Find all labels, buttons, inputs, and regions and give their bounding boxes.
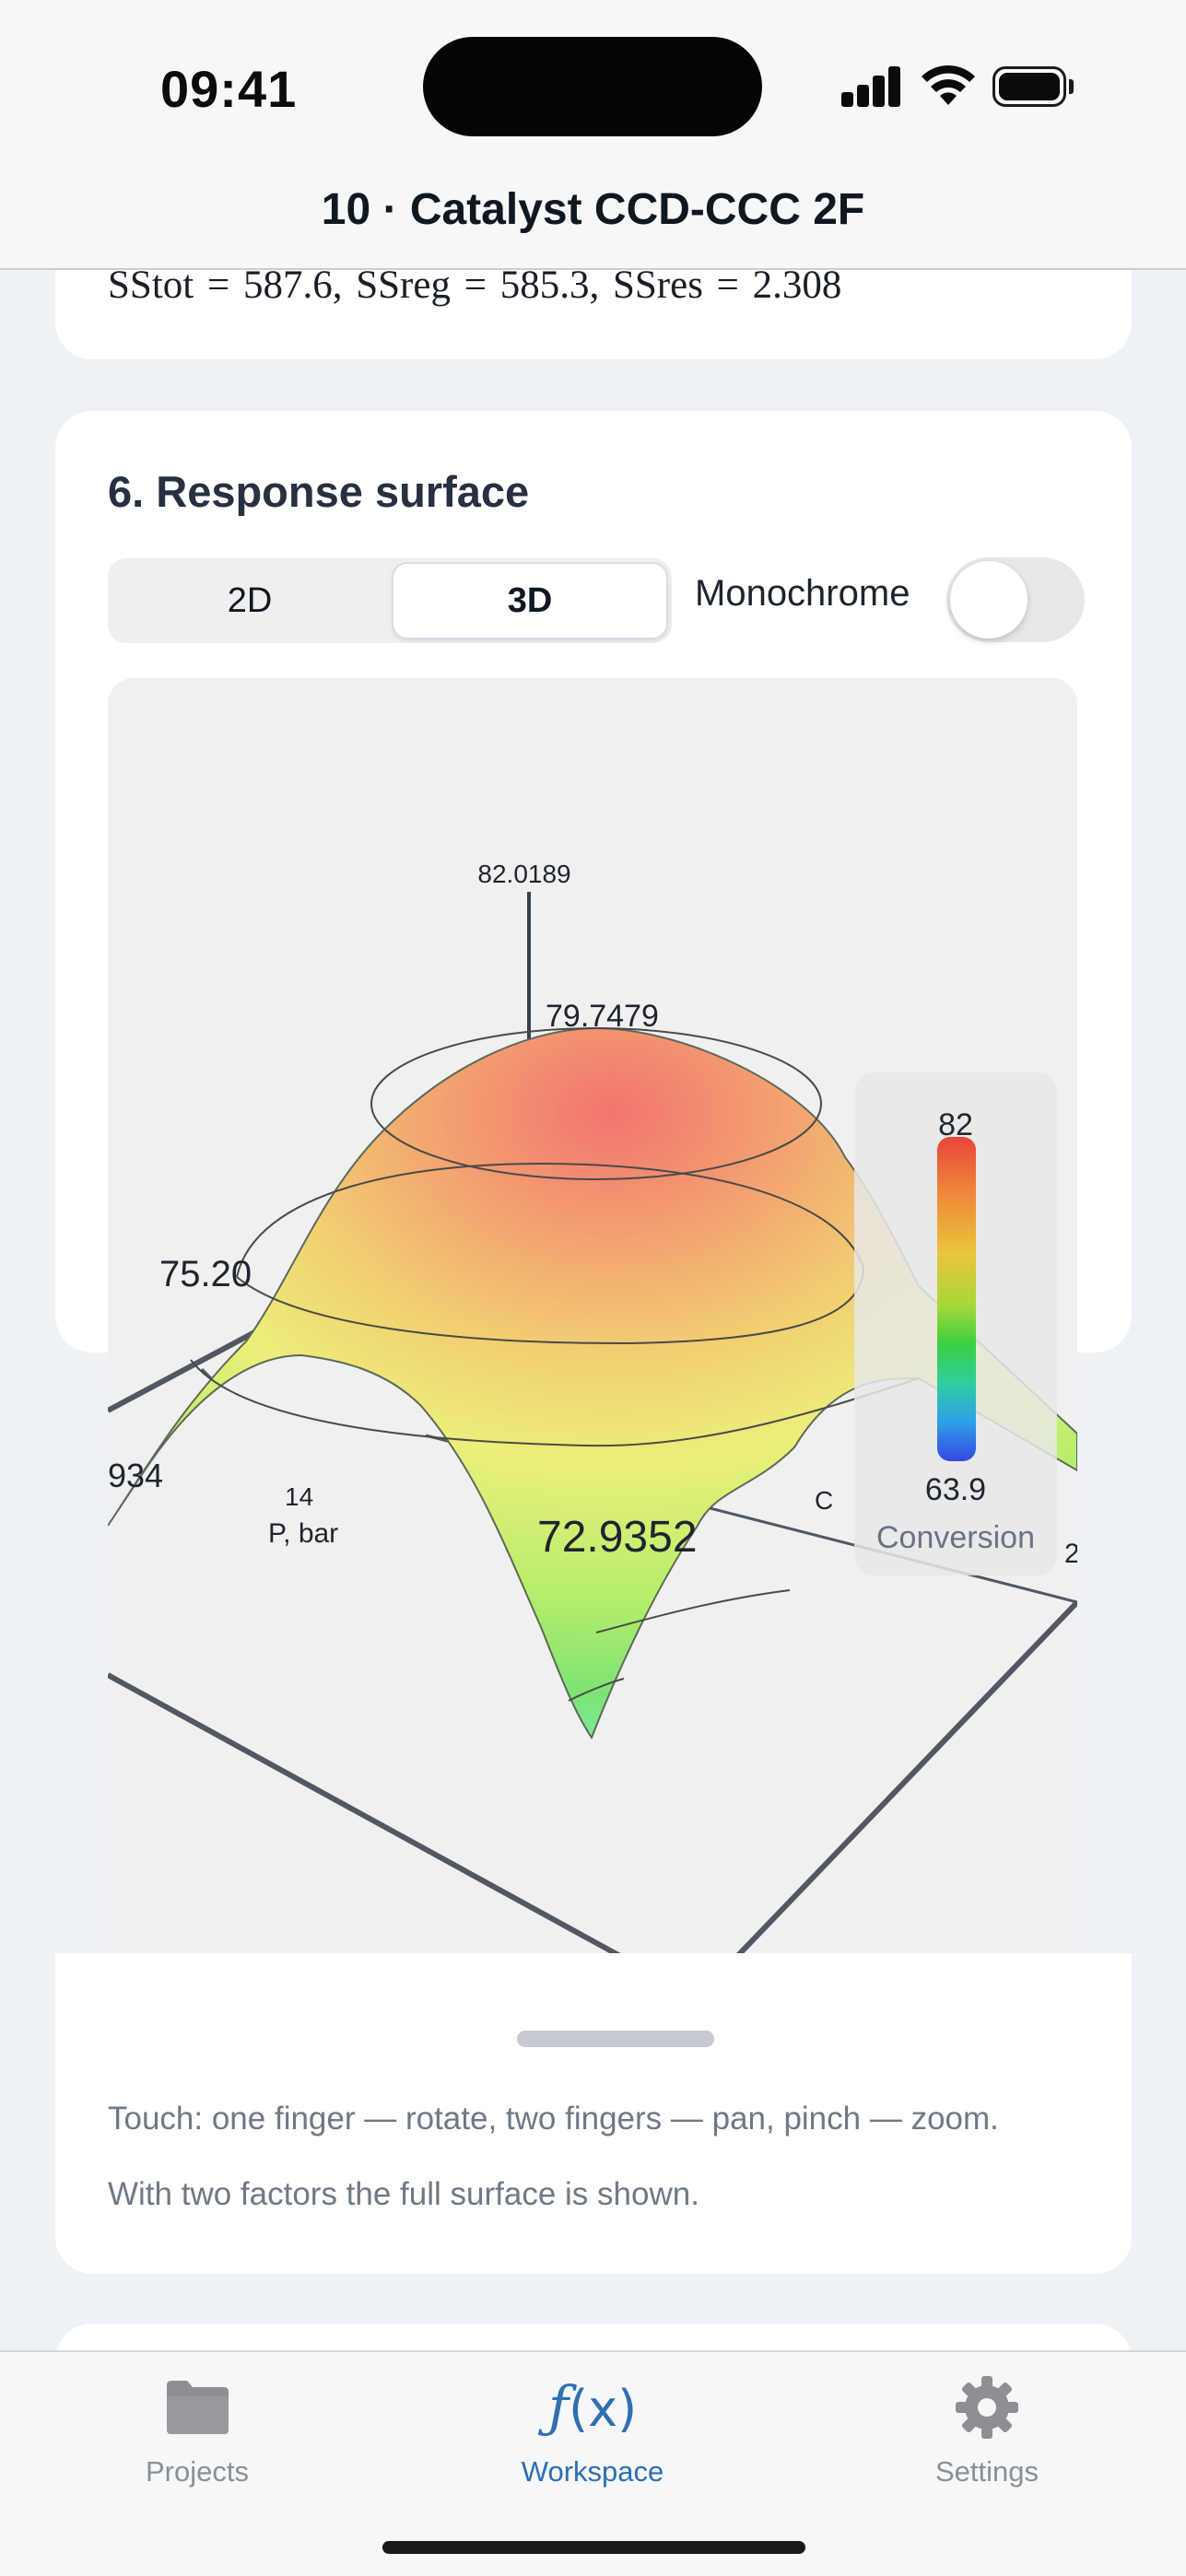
tab-workspace-label: Workspace [521, 2455, 664, 2488]
home-indicator [382, 2541, 805, 2554]
status-bar: 09:41 [0, 0, 1186, 147]
wifi-icon [922, 64, 975, 105]
dynamic-island [423, 37, 762, 136]
z-side-label: 75.20 [159, 1254, 252, 1294]
c-axis-label: C [815, 1486, 833, 1515]
tab-projects-label: Projects [146, 2455, 249, 2488]
z-top-label: 82.0189 [477, 860, 570, 888]
legend-min-value: 63.9 [924, 1472, 987, 1507]
right-edge-label: 2 [1064, 1539, 1077, 1569]
monochrome-label: Monochrome [695, 573, 910, 614]
tab-settings[interactable]: Settings [840, 2371, 1134, 2500]
segment-2d[interactable]: 2D [112, 562, 388, 639]
tab-projects[interactable]: Projects [50, 2371, 345, 2500]
segment-3d[interactable]: 3D [392, 562, 668, 639]
cellular-signal-icon [841, 64, 902, 107]
page-title: 10 · Catalyst CCD-CCC 2F [321, 185, 865, 234]
section-title: 6. Response surface [108, 467, 530, 516]
drag-handle[interactable] [517, 2031, 714, 2047]
view-mode-segmented-control: 2D 3D [108, 558, 672, 643]
two-factor-hint: With two factors the full surface is sho… [108, 2176, 699, 2212]
fx-icon: ƒ(x) [547, 2375, 638, 2440]
center-value-label: 72.9352 [537, 1513, 698, 1562]
p-axis-label: P, bar [268, 1518, 338, 1549]
toggle-knob [950, 561, 1027, 638]
touch-hint: Touch: one finger — rotate, two fingers … [108, 2101, 999, 2137]
status-time: 09:41 [160, 60, 298, 118]
battery-icon [992, 66, 1074, 107]
color-legend: 82 63.9 Conversion [854, 1072, 1057, 1575]
legend-title: Conversion [876, 1520, 1035, 1555]
tab-workspace[interactable]: ƒ(x) Workspace [445, 2371, 740, 2500]
response-surface-card-footer: Touch: one finger — rotate, two fingers … [55, 1953, 1132, 2274]
gear-icon [956, 2376, 1018, 2439]
folder-icon [167, 2381, 229, 2434]
monochrome-toggle[interactable] [946, 557, 1085, 642]
legend-color-bar [937, 1137, 976, 1461]
navigation-bar: 10 · Catalyst CCD-CCC 2F [0, 147, 1186, 270]
tab-settings-label: Settings [934, 2455, 1039, 2488]
x-left-label: 934 [108, 1457, 163, 1494]
p-tick-label: 14 [285, 1482, 313, 1511]
surface-plot-3d[interactable]: 82.0189 79.7479 75.20 934 14 P, bar 72.9… [108, 678, 1077, 1971]
